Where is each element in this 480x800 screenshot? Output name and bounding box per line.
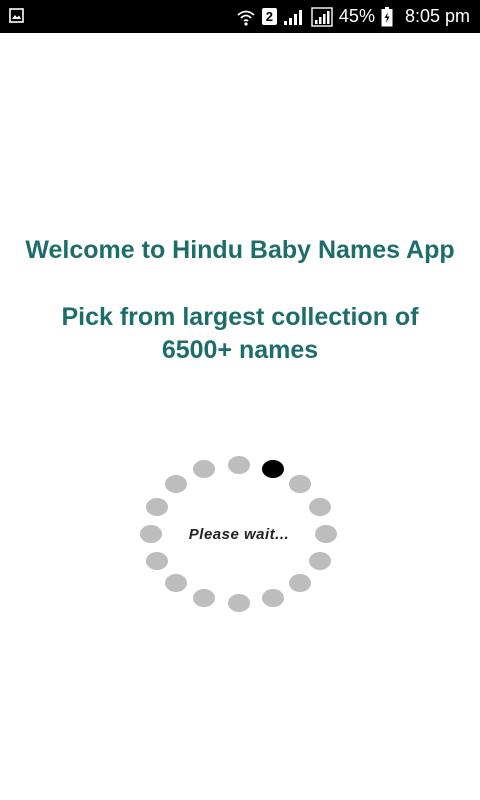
spinner-dot xyxy=(289,475,311,493)
spinner-dot xyxy=(289,574,311,592)
battery-percent: 45% xyxy=(338,6,375,26)
spinner-dot xyxy=(309,552,331,570)
loading-spinner: Please wait... xyxy=(137,453,341,619)
spinner-dot xyxy=(165,475,187,493)
spinner-dot xyxy=(309,498,331,516)
wifi-icon xyxy=(237,10,255,26)
signal-icon xyxy=(311,6,333,27)
spinner-dot xyxy=(165,574,187,592)
gallery-icon xyxy=(9,8,24,23)
please-wait-label: Please wait... xyxy=(188,526,290,543)
spinner-dot xyxy=(193,460,215,478)
spinner-dot xyxy=(146,498,168,516)
spinner-dot xyxy=(228,456,250,474)
spinner-dot xyxy=(193,589,215,607)
battery-icon xyxy=(381,6,393,26)
collection-subtitle: Pick from largest collection of 6500+ na… xyxy=(61,303,419,364)
spinner-dot xyxy=(146,552,168,570)
sim-icon: 2 xyxy=(261,8,277,25)
spinner-dot xyxy=(228,594,250,612)
spinner-dot xyxy=(262,589,284,607)
spinner-dot-active xyxy=(262,460,284,478)
signal-icon xyxy=(283,9,302,25)
status-bar: 2 45% 8:05 pm xyxy=(0,0,480,33)
welcome-title: Welcome to Hindu Baby Names App xyxy=(25,236,455,264)
clock: 8:05 pm xyxy=(404,6,470,26)
